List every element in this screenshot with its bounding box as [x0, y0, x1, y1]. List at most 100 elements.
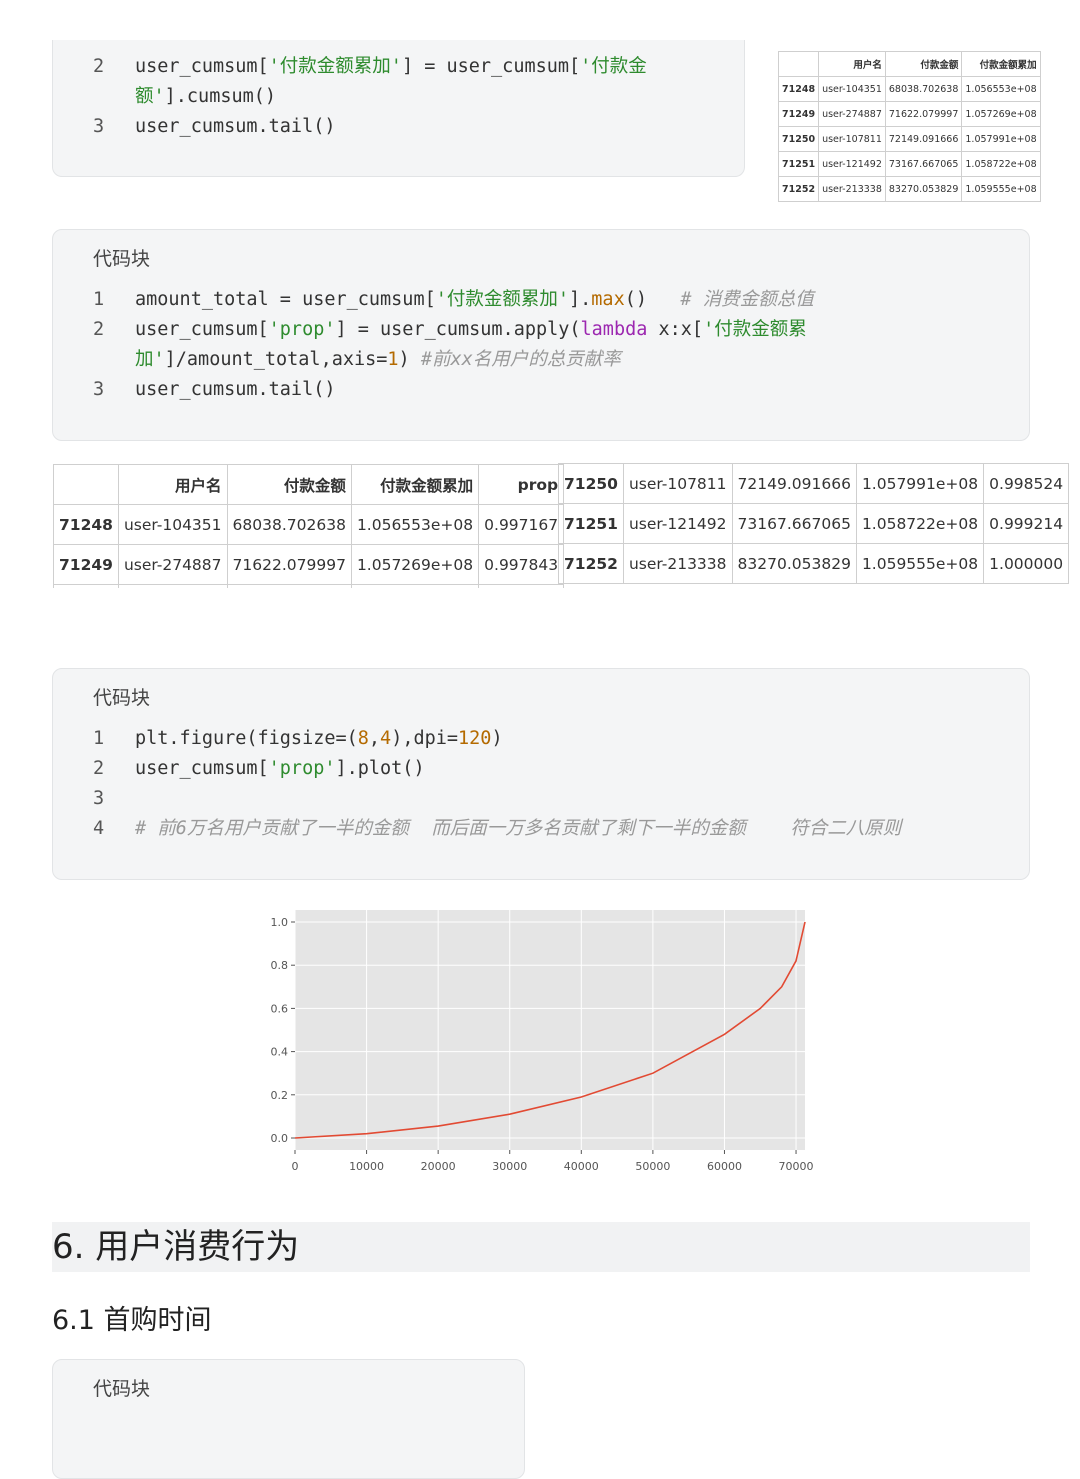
- row-index: 71252: [777, 176, 820, 202]
- line-number: 2: [93, 56, 105, 77]
- code-line: 额'].cumsum(): [53, 82, 744, 112]
- table-cell: 0.998524: [983, 463, 1070, 504]
- table-cell: [117, 584, 228, 588]
- row-index: 71251: [558, 503, 624, 544]
- code-line: 1 amount_total = user_cumsum['付款金额累加'].ma…: [53, 285, 1029, 315]
- table-cell: user-121492: [818, 151, 886, 177]
- column-header: 用户名: [117, 464, 228, 505]
- code-line: 3 user_cumsum.tail(): [53, 112, 744, 142]
- x-tick-label: 20000: [421, 1160, 456, 1173]
- line-number: 3: [93, 788, 105, 809]
- table-cell: 73167.667065: [884, 151, 963, 177]
- row-index: 71248: [53, 504, 119, 545]
- column-header: prop: [478, 464, 565, 505]
- table-cell: 72149.091666: [731, 463, 857, 504]
- table-cell: [350, 584, 480, 588]
- line-number: 1: [93, 728, 105, 749]
- line-number: 2: [93, 758, 105, 779]
- code-line: 2 user_cumsum['prop'] = user_cumsum.apply…: [53, 315, 1029, 345]
- x-tick-label: 70000: [779, 1160, 814, 1173]
- table-cell: 1.056553e+08: [350, 504, 480, 545]
- x-tick-label: 40000: [564, 1160, 599, 1173]
- x-tick-label: 60000: [707, 1160, 742, 1173]
- row-index: 71251: [777, 151, 820, 177]
- table-cell: user-274887: [818, 101, 886, 127]
- table-cell: 1.057991e+08: [855, 463, 985, 504]
- table-cell: 1.056553e+08: [961, 76, 1041, 102]
- code-text: 额'].cumsum(): [135, 86, 277, 107]
- line-number: 1: [93, 289, 105, 310]
- table-cell: 73167.667065: [731, 503, 857, 544]
- chart-svg: 0 10000 20000 30000 40000 50000 60000 70000 0.0 0…: [271, 910, 814, 1173]
- table-cell: user-213338: [622, 543, 733, 584]
- x-tick-label: 50000: [635, 1160, 670, 1173]
- table-cell: user-104351: [117, 504, 228, 545]
- dataframe-prop-right: 71250 user-107811 72149.091666 1.057991e+08…: [558, 463, 1070, 584]
- table-cell: [53, 584, 119, 588]
- table-cell: 0.997843: [478, 544, 565, 585]
- table-row: 71250 user-107811 72149.091666 1.057991e+08…: [558, 463, 1070, 504]
- table-cell: [478, 584, 565, 588]
- code-block-title: 代码块: [93, 248, 151, 270]
- code-block-title: 代码块: [93, 687, 151, 709]
- table-row: 71248 user-104351 68038.702638 1.056553e+08: [777, 76, 1041, 102]
- table-cell: 1.058722e+08: [855, 503, 985, 544]
- code-text: user_cumsum.tail(): [135, 379, 336, 400]
- table-cell: user-107811: [818, 126, 886, 152]
- code-text: 加']/amount_total,axis=1) #前xx名用户的总贡献率: [135, 349, 621, 370]
- table-cell: 1.059555e+08: [855, 543, 985, 584]
- code-line: 2 user_cumsum['付款金额累加'] = user_cumsum['付款…: [53, 52, 744, 82]
- column-header: [53, 464, 119, 505]
- row-index: 71248: [777, 76, 820, 102]
- code-line: 1 plt.figure(figsize=(8,4),dpi=120): [53, 724, 1029, 754]
- y-tick-label: 0.2: [271, 1089, 289, 1102]
- table-header-row: 用户名 付款金额 付款金额累加 prop: [53, 464, 565, 505]
- row-index: 71252: [558, 543, 624, 584]
- y-tick-label: 0.4: [271, 1046, 289, 1059]
- x-tick-label: 30000: [492, 1160, 527, 1173]
- row-index: 71249: [53, 544, 119, 585]
- code-text: user_cumsum['付款金额累加'] = user_cumsum['付款金: [135, 56, 647, 77]
- code-block-cumsum: 2 user_cumsum['付款金额累加'] = user_cumsum['付款…: [52, 40, 745, 177]
- table-row-cut: [53, 584, 565, 588]
- code-block-prop: 代码块 1 amount_total = user_cumsum['付款金额累加'…: [52, 229, 1030, 441]
- column-header: 付款金额: [884, 51, 963, 77]
- line-number: 3: [93, 116, 105, 137]
- column-header: 付款金额累加: [350, 464, 480, 505]
- table-cell: 68038.702638: [884, 76, 963, 102]
- y-tick-label: 0.6: [271, 1002, 289, 1015]
- code-text: user_cumsum['prop'] = user_cumsum.apply(…: [135, 319, 807, 340]
- code-line: 2 user_cumsum['prop'].plot(): [53, 754, 1029, 784]
- code-text: # 前6万名用户贡献了一半的金额 而后面一万多名贡献了剩下一半的金额 符合二八原…: [135, 818, 902, 839]
- table-cell: 1.000000: [983, 543, 1070, 584]
- table-cell: user-104351: [818, 76, 886, 102]
- line-number: 2: [93, 319, 105, 340]
- line-number: 4: [93, 818, 105, 839]
- code-text: user_cumsum.tail(): [135, 116, 336, 137]
- table-cell: 83270.053829: [731, 543, 857, 584]
- line-number: 3: [93, 379, 105, 400]
- column-header: [777, 51, 820, 77]
- row-index: 71250: [777, 126, 820, 152]
- table-cell: 71622.079997: [884, 101, 963, 127]
- table-cell: 68038.702638: [226, 504, 352, 545]
- code-text: amount_total = user_cumsum['付款金额累加'].max…: [135, 289, 814, 310]
- table-cell: 0.997167: [478, 504, 565, 545]
- dataframe-prop-left: 用户名 付款金额 付款金额累加 prop 71248 user-104351 68038.7…: [53, 464, 565, 588]
- table-row: 71249 user-274887 71622.079997 1.057269e+08…: [53, 544, 565, 585]
- table-cell: 1.057991e+08: [961, 126, 1041, 152]
- dataframe-cumsum-tail: 用户名 付款金额 付款金额累加 71248 user-104351 68038.70263…: [777, 51, 1041, 202]
- table-cell: 83270.053829: [884, 176, 963, 202]
- code-line: 加']/amount_total,axis=1) #前xx名用户的总贡献率: [53, 345, 1029, 375]
- y-tick-label: 0.0: [271, 1132, 289, 1145]
- table-row: 71252 user-213338 83270.053829 1.059555e+08…: [558, 543, 1070, 584]
- table-row: 71249 user-274887 71622.079997 1.057269e+08: [777, 101, 1041, 127]
- column-header: 付款金额: [226, 464, 352, 505]
- code-line: 4 # 前6万名用户贡献了一半的金额 而后面一万多名贡献了剩下一半的金额 符合二八…: [53, 814, 1029, 844]
- table-cell: 1.058722e+08: [961, 151, 1041, 177]
- table-cell: [226, 584, 352, 588]
- column-header: 付款金额累加: [961, 51, 1041, 77]
- table-cell: 72149.091666: [884, 126, 963, 152]
- table-row: 71251 user-121492 73167.667065 1.058722e+08…: [558, 503, 1070, 544]
- code-text: plt.figure(figsize=(8,4),dpi=120): [135, 728, 503, 749]
